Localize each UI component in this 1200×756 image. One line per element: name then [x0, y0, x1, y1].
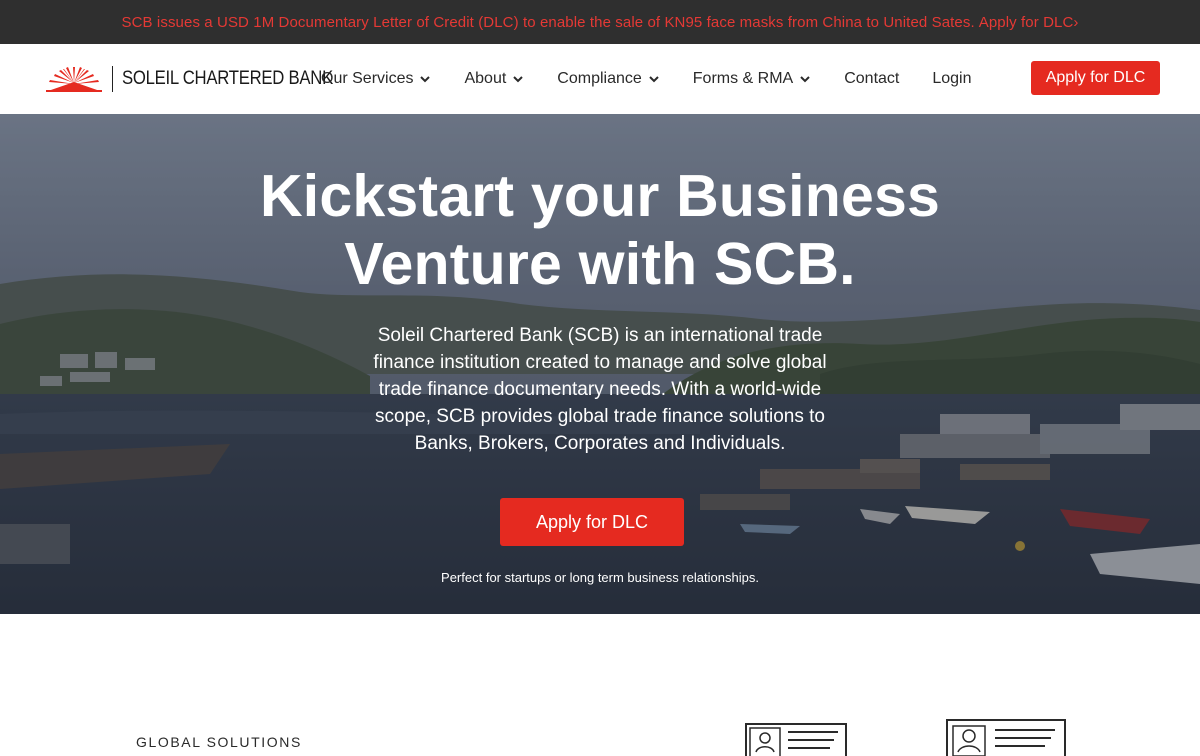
brand-name: SOLEIL CHARTERED BANK	[122, 68, 333, 89]
hero-title: Kickstart your Business Venture with SCB…	[0, 162, 1200, 298]
chevron-down-icon	[800, 76, 810, 83]
announcement-bar: SCB issues a USD 1M Documentary Letter o…	[0, 0, 1200, 44]
hero-section: Kickstart your Business Venture with SCB…	[0, 114, 1200, 614]
announcement-apply-link[interactable]: Apply for DLC›	[979, 14, 1079, 31]
hero-title-line-2: Venture with SCB.	[344, 231, 856, 297]
nav-item-compliance[interactable]: Compliance	[557, 70, 659, 88]
chevron-down-icon	[649, 76, 659, 83]
passport-illustration-icon	[946, 719, 1066, 756]
hero-description: Soleil Chartered Bank (SCB) is an intern…	[373, 325, 827, 454]
main-nav: Our Services About Compliance Forms & RM…	[321, 44, 972, 114]
section-label: GLOBAL SOLUTIONS	[136, 734, 302, 750]
hero-note: Perfect for startups or long term busine…	[441, 570, 759, 585]
nav-item-label: Forms & RMA	[692, 70, 794, 87]
logo-divider	[112, 66, 113, 92]
nav-item-login[interactable]: Login	[932, 70, 971, 88]
brand-logo[interactable]: SOLEIL CHARTERED BANK	[46, 64, 362, 94]
chevron-down-icon	[420, 76, 431, 83]
header-apply-button[interactable]: Apply for DLC	[1031, 61, 1160, 95]
nav-item-about[interactable]: About	[464, 70, 524, 88]
hero-apply-button[interactable]: Apply for DLC	[500, 498, 684, 546]
site-header: SOLEIL CHARTERED BANK Our Services About…	[0, 44, 1200, 114]
nav-item-label: Login	[932, 70, 972, 87]
id-card-illustration-icon	[745, 723, 847, 756]
nav-item-label: Our Services	[321, 70, 414, 87]
hero-title-line-1: Kickstart your Business	[259, 163, 941, 229]
nav-item-label: Contact	[844, 70, 900, 87]
nav-item-contact[interactable]: Contact	[844, 70, 899, 88]
nav-item-forms-rma[interactable]: Forms & RMA	[693, 70, 811, 88]
nav-item-label: Compliance	[557, 70, 642, 87]
nav-item-our-services[interactable]: Our Services	[321, 70, 431, 88]
sunburst-logo-icon	[46, 67, 102, 92]
chevron-down-icon	[513, 76, 523, 83]
nav-item-label: About	[464, 70, 507, 87]
announcement-text: SCB issues a USD 1M Documentary Letter o…	[121, 13, 975, 31]
